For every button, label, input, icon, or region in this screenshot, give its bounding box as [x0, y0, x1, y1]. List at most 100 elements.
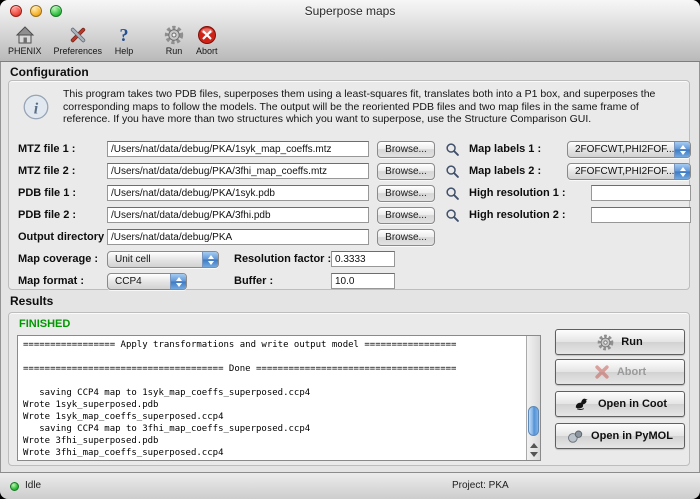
scroll-down-icon[interactable]	[530, 452, 538, 457]
open-in-pymol-label: Open in PyMOL	[591, 430, 673, 442]
window-header: Superpose maps PHENIX Preferences ? Help	[0, 0, 700, 62]
open-in-coot-button[interactable]: Open in Coot	[555, 391, 685, 417]
results-abort-label: Abort	[617, 366, 646, 378]
results-panel: FINISHED ================= Apply transfo…	[8, 312, 690, 466]
run-gear-icon	[164, 23, 184, 46]
high-resolution-2-label: High resolution 2 :	[469, 209, 566, 221]
resolution-factor-label: Resolution factor :	[234, 253, 331, 265]
toolbar-abort-button[interactable]: Abort	[196, 22, 218, 56]
toolbar-run-label: Run	[166, 46, 183, 56]
mtz-file-1-row: MTZ file 1 : Browse... Map labels 1 : 2F…	[9, 141, 691, 159]
status-text: Idle	[25, 480, 41, 491]
pdb-file-1-search-button[interactable]	[442, 185, 462, 202]
map-options-row-2: Map format : CCP4 Buffer :	[9, 273, 691, 291]
map-format-label: Map format :	[18, 275, 84, 287]
open-in-coot-label: Open in Coot	[598, 398, 667, 410]
pdb-file-1-row: PDB file 1 : Browse... High resolution 1…	[9, 185, 691, 203]
abort-x-icon	[594, 364, 610, 380]
map-labels-2-label: Map labels 2 :	[469, 165, 541, 177]
map-labels-1-label: Map labels 1 :	[469, 143, 541, 155]
mtz-file-2-search-button[interactable]	[442, 163, 462, 180]
high-resolution-1-input[interactable]	[591, 185, 691, 201]
output-directory-label: Output directory :	[18, 231, 111, 243]
results-abort-button[interactable]: Abort	[555, 359, 685, 385]
coot-bird-icon	[573, 396, 591, 412]
svg-text:i: i	[34, 100, 39, 117]
scrollbar-thumb[interactable]	[528, 406, 539, 436]
open-in-pymol-button[interactable]: Open in PyMOL	[555, 423, 685, 449]
pdb-file-1-label: PDB file 1 :	[18, 187, 76, 199]
program-description: This program takes two PDB files, superp…	[63, 88, 665, 126]
abort-stop-icon	[197, 23, 217, 46]
map-coverage-popup[interactable]: Unit cell	[107, 251, 219, 268]
popup-arrows-icon	[674, 164, 690, 179]
pymol-molecule-icon	[567, 428, 584, 445]
map-options-row-1: Map coverage : Unit cell Resolution fact…	[9, 251, 691, 269]
toolbar-abort-label: Abort	[196, 46, 218, 56]
resolution-factor-input[interactable]	[331, 251, 395, 267]
buffer-input[interactable]	[331, 273, 395, 289]
status-bar: Idle Project: PKA	[0, 472, 700, 499]
log-scrollbar[interactable]	[526, 336, 540, 460]
status-led-icon	[10, 482, 19, 491]
pdb-file-2-row: PDB file 2 : Browse... High resolution 2…	[9, 207, 691, 225]
buffer-label: Buffer :	[234, 275, 273, 287]
pdb-file-2-input[interactable]	[107, 207, 369, 223]
pdb-file-2-search-button[interactable]	[442, 207, 462, 224]
map-coverage-label: Map coverage :	[18, 253, 98, 265]
mtz-file-1-browse-button[interactable]: Browse...	[377, 141, 435, 158]
mtz-file-2-label: MTZ file 2 :	[18, 165, 75, 177]
results-run-label: Run	[621, 336, 642, 348]
preferences-tools-icon	[67, 23, 89, 46]
popup-arrows-icon	[674, 142, 690, 157]
title-bar[interactable]: Superpose maps	[0, 0, 700, 22]
mtz-file-2-browse-button[interactable]: Browse...	[377, 163, 435, 180]
scrollbar-arrows	[527, 438, 540, 460]
map-labels-2-value: 2FOFCWT,PHI2FOF...	[568, 164, 690, 177]
mtz-file-2-input[interactable]	[107, 163, 369, 179]
phenix-home-icon	[14, 23, 36, 46]
info-icon: i	[21, 92, 51, 122]
scroll-up-icon[interactable]	[530, 443, 538, 448]
status-badge: FINISHED	[19, 318, 70, 330]
toolbar-phenix-label: PHENIX	[8, 46, 42, 56]
help-question-icon: ?	[114, 23, 134, 46]
configuration-section-title: Configuration	[10, 65, 89, 79]
output-directory-browse-button[interactable]: Browse...	[377, 229, 435, 246]
run-gear-icon	[597, 334, 614, 351]
toolbar-help-label: Help	[115, 46, 134, 56]
pdb-file-2-label: PDB file 2 :	[18, 209, 76, 221]
toolbar-preferences-button[interactable]: Preferences	[54, 22, 103, 56]
map-labels-1-popup[interactable]: 2FOFCWT,PHI2FOF...	[567, 141, 691, 158]
mtz-file-1-search-button[interactable]	[442, 141, 462, 158]
mtz-file-2-row: MTZ file 2 : Browse... Map labels 2 : 2F…	[9, 163, 691, 181]
magnifier-icon	[445, 142, 460, 157]
toolbar-run-button[interactable]: Run	[164, 22, 184, 56]
output-directory-row: Output directory : Browse...	[9, 229, 691, 247]
svg-text:?: ?	[120, 25, 129, 45]
log-output[interactable]: ================= Apply transformations …	[17, 335, 541, 461]
map-labels-2-popup[interactable]: 2FOFCWT,PHI2FOF...	[567, 163, 691, 180]
toolbar-preferences-label: Preferences	[54, 46, 103, 56]
mtz-file-1-label: MTZ file 1 :	[18, 143, 75, 155]
configuration-panel: i This program takes two PDB files, supe…	[8, 80, 690, 290]
pdb-file-1-browse-button[interactable]: Browse...	[377, 185, 435, 202]
project-label: Project: PKA	[452, 480, 509, 491]
map-labels-1-value: 2FOFCWT,PHI2FOF...	[568, 142, 690, 155]
mtz-file-1-input[interactable]	[107, 141, 369, 157]
map-format-popup[interactable]: CCP4	[107, 273, 187, 290]
magnifier-icon	[445, 186, 460, 201]
toolbar-phenix-button[interactable]: PHENIX	[8, 22, 42, 56]
output-directory-input[interactable]	[107, 229, 369, 245]
pdb-file-2-browse-button[interactable]: Browse...	[377, 207, 435, 224]
magnifier-icon	[445, 208, 460, 223]
window-title: Superpose maps	[0, 4, 700, 18]
toolbar: PHENIX Preferences ? Help Run	[8, 22, 230, 60]
toolbar-help-button[interactable]: ? Help	[114, 22, 134, 56]
high-resolution-2-input[interactable]	[591, 207, 691, 223]
results-run-button[interactable]: Run	[555, 329, 685, 355]
high-resolution-1-label: High resolution 1 :	[469, 187, 566, 199]
pdb-file-1-input[interactable]	[107, 185, 369, 201]
magnifier-icon	[445, 164, 460, 179]
popup-arrows-icon	[170, 274, 186, 289]
